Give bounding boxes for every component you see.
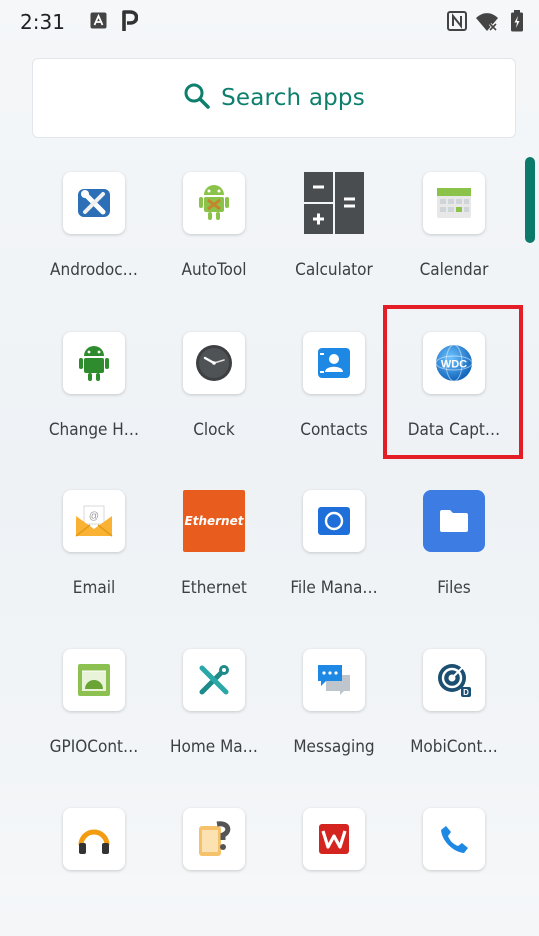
app-change-home[interactable]: Change H… xyxy=(34,320,154,460)
svg-text:@: @ xyxy=(89,511,99,522)
app-home-manager[interactable]: Home Ma… xyxy=(154,637,274,777)
app-label: Calendar xyxy=(419,260,489,280)
app-label: Files xyxy=(437,578,471,598)
app-label: Messaging xyxy=(293,737,375,757)
parking-p-icon xyxy=(122,10,139,36)
app-label: Calculator xyxy=(295,260,373,280)
wifi-off-icon xyxy=(475,12,499,36)
app-label: Home Ma… xyxy=(170,737,258,757)
app-label: Ethernet xyxy=(181,578,247,598)
change-home-icon xyxy=(63,332,125,394)
app-ethernet[interactable]: Ethernet Ethernet xyxy=(154,478,274,618)
battery-charging-icon xyxy=(510,10,524,36)
files-icon xyxy=(423,490,485,552)
status-bar: 2:31 xyxy=(0,0,539,44)
status-time: 2:31 xyxy=(20,10,65,34)
app-mobicontrol[interactable]: D MobiCont… xyxy=(394,637,514,777)
calendar-icon xyxy=(423,172,485,234)
gpio-control-icon xyxy=(63,649,125,711)
file-manager-icon xyxy=(303,490,365,552)
app-label: Email xyxy=(72,578,116,598)
keyboard-a-icon xyxy=(90,12,107,33)
app-phone[interactable] xyxy=(394,796,514,936)
clock-icon xyxy=(183,332,245,394)
headphones-icon xyxy=(63,808,125,870)
mobicontrol-icon: D xyxy=(423,649,485,711)
app-autotool[interactable]: AutoTool xyxy=(154,160,274,300)
app-label: Change H… xyxy=(48,420,140,440)
search-apps-bar[interactable]: Search apps xyxy=(32,58,516,138)
app-androdoc[interactable]: Androdoc… xyxy=(34,160,154,300)
app-label: Androdoc… xyxy=(50,260,138,280)
app-label: Clock xyxy=(193,420,235,440)
app-label: File Mana… xyxy=(290,578,378,598)
app-calendar[interactable]: Calendar xyxy=(394,160,514,300)
nfc-icon xyxy=(447,11,467,35)
search-apps-label: Search apps xyxy=(221,85,365,111)
svg-text:D: D xyxy=(463,688,469,697)
phone-icon xyxy=(423,808,485,870)
search-icon xyxy=(183,82,211,114)
androdoc-icon xyxy=(63,172,125,234)
scrollbar-thumb[interactable] xyxy=(525,157,535,243)
app-label: MobiCont… xyxy=(410,737,498,757)
calculator-icon xyxy=(303,172,365,234)
contacts-icon xyxy=(303,332,365,394)
app-headphones[interactable] xyxy=(34,796,154,936)
app-file-manager[interactable]: File Mana… xyxy=(274,478,394,618)
data-capture-icon: WDC xyxy=(423,332,485,394)
app-gpio-control[interactable]: GPIOCont… xyxy=(34,637,154,777)
email-icon: @ xyxy=(63,490,125,552)
messaging-icon xyxy=(303,649,365,711)
app-nfc-tag[interactable] xyxy=(154,796,274,936)
app-label: Contacts xyxy=(300,420,368,440)
app-files[interactable]: Files xyxy=(394,478,514,618)
app-contacts[interactable]: Contacts xyxy=(274,320,394,460)
wps-icon xyxy=(303,808,365,870)
app-label: Data Capt… xyxy=(407,420,501,440)
autotool-icon xyxy=(183,172,245,234)
app-clock[interactable]: Clock xyxy=(154,320,274,460)
app-data-capture[interactable]: WDC Data Capt… xyxy=(394,320,514,460)
app-label: AutoTool xyxy=(181,260,247,280)
nfc-tag-icon xyxy=(183,808,245,870)
app-calculator[interactable]: Calculator xyxy=(274,160,394,300)
ethernet-icon: Ethernet xyxy=(183,490,245,552)
svg-text:WDC: WDC xyxy=(441,359,467,371)
app-messaging[interactable]: Messaging xyxy=(274,637,394,777)
app-email[interactable]: @ Email xyxy=(34,478,154,618)
app-label: GPIOCont… xyxy=(49,737,139,757)
app-wps[interactable] xyxy=(274,796,394,936)
home-manager-icon xyxy=(183,649,245,711)
